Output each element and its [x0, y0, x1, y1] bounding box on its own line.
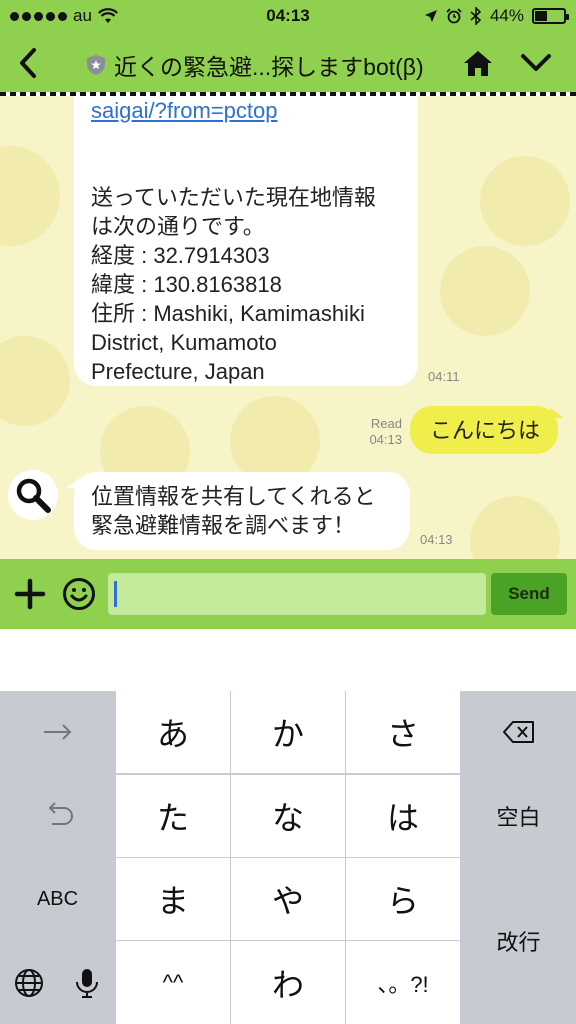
globe-key[interactable] [0, 941, 57, 1024]
shield-star-icon [87, 55, 105, 75]
location-icon [424, 10, 437, 22]
message-time: 04:13 [420, 532, 453, 547]
kana-key-ka[interactable]: か [231, 691, 345, 773]
message-composer: Send [0, 559, 576, 629]
arrow-right-icon [43, 724, 71, 740]
send-button[interactable]: Send [491, 573, 567, 615]
home-icon[interactable] [462, 48, 494, 78]
status-right: 44% [424, 6, 569, 26]
top-bar: au 04:13 44% 近くの緊急避...探しますbot(β) [0, 0, 576, 96]
battery-icon [532, 8, 569, 24]
message-link[interactable]: saigai/?from=pctop [91, 96, 402, 125]
abc-key[interactable]: ABC [0, 858, 115, 940]
back-chevron-icon[interactable] [14, 44, 44, 82]
kana-key-ra[interactable]: ら [346, 858, 460, 940]
read-label: Read [370, 416, 402, 431]
kana-key-ya[interactable]: や [231, 858, 345, 940]
nav-bar: 近くの緊急避...探しますbot(β) [0, 34, 576, 92]
kana-key-sa[interactable]: さ [346, 691, 460, 773]
plus-icon[interactable] [14, 578, 46, 610]
backspace-icon [502, 721, 534, 743]
message-input[interactable] [108, 573, 486, 615]
read-receipt: Read 04:13 [352, 416, 402, 448]
space-key[interactable]: 空白 [461, 775, 576, 857]
emoji-icon[interactable] [62, 577, 96, 611]
chevron-down-icon[interactable] [520, 50, 552, 76]
keyboard: ABC あ か さ た な は ま や ら ^^ わ 、。?! 空白 改行 [0, 691, 576, 1024]
bot-message-bubble: 位置情報を共有してくれると 緊急避難情報を調べます！ [66, 472, 410, 550]
text-caret [114, 581, 117, 607]
chat-area[interactable]: saigai/?from=pctop 送っていただいた現在地情報 は次の通りです… [0, 96, 576, 559]
kana-key-ta[interactable]: た [116, 775, 230, 857]
mic-key[interactable] [58, 941, 115, 1024]
alarm-icon [446, 8, 462, 24]
microphone-icon [75, 968, 98, 998]
undo-icon [48, 802, 73, 825]
kana-key-na[interactable]: な [231, 775, 345, 857]
status-bar: au 04:13 44% [0, 0, 576, 32]
undo-key[interactable] [0, 775, 115, 857]
keyboard-candidate-area [0, 629, 576, 691]
punctuation-key[interactable]: 、。?! [346, 941, 460, 1024]
bot-avatar-search-icon[interactable] [8, 470, 58, 520]
chat-title-text: 近くの緊急避...探しますbot(β) [114, 54, 424, 80]
bot-message-bubble: saigai/?from=pctop 送っていただいた現在地情報 は次の通りです… [74, 96, 418, 386]
globe-icon [14, 968, 43, 997]
return-key[interactable]: 改行 [461, 858, 576, 1024]
message-time: 04:11 [428, 369, 460, 384]
kana-key-ha[interactable]: は [346, 775, 460, 857]
kana-key-ma[interactable]: ま [116, 858, 230, 940]
battery-percent: 44% [489, 6, 524, 25]
bluetooth-icon [470, 7, 482, 25]
emoticon-key[interactable]: ^^ [116, 941, 230, 1024]
delete-key[interactable] [461, 691, 576, 773]
next-candidate-key[interactable] [0, 691, 115, 773]
message-text: 送っていただいた現在地情報 は次の通りです。 経度 : 32.7914303 緯… [91, 185, 376, 384]
kana-key-a[interactable]: あ [116, 691, 230, 773]
chat-title[interactable]: 近くの緊急避...探しますbot(β) [86, 48, 424, 82]
my-message-bubble: こんにちは [410, 406, 564, 454]
kana-key-wa[interactable]: わ [231, 941, 345, 1024]
message-text: 位置情報を共有してくれると 緊急避難情報を調べます！ [91, 484, 376, 538]
message-time: 04:13 [369, 432, 402, 447]
message-text: こんにちは [430, 418, 541, 443]
